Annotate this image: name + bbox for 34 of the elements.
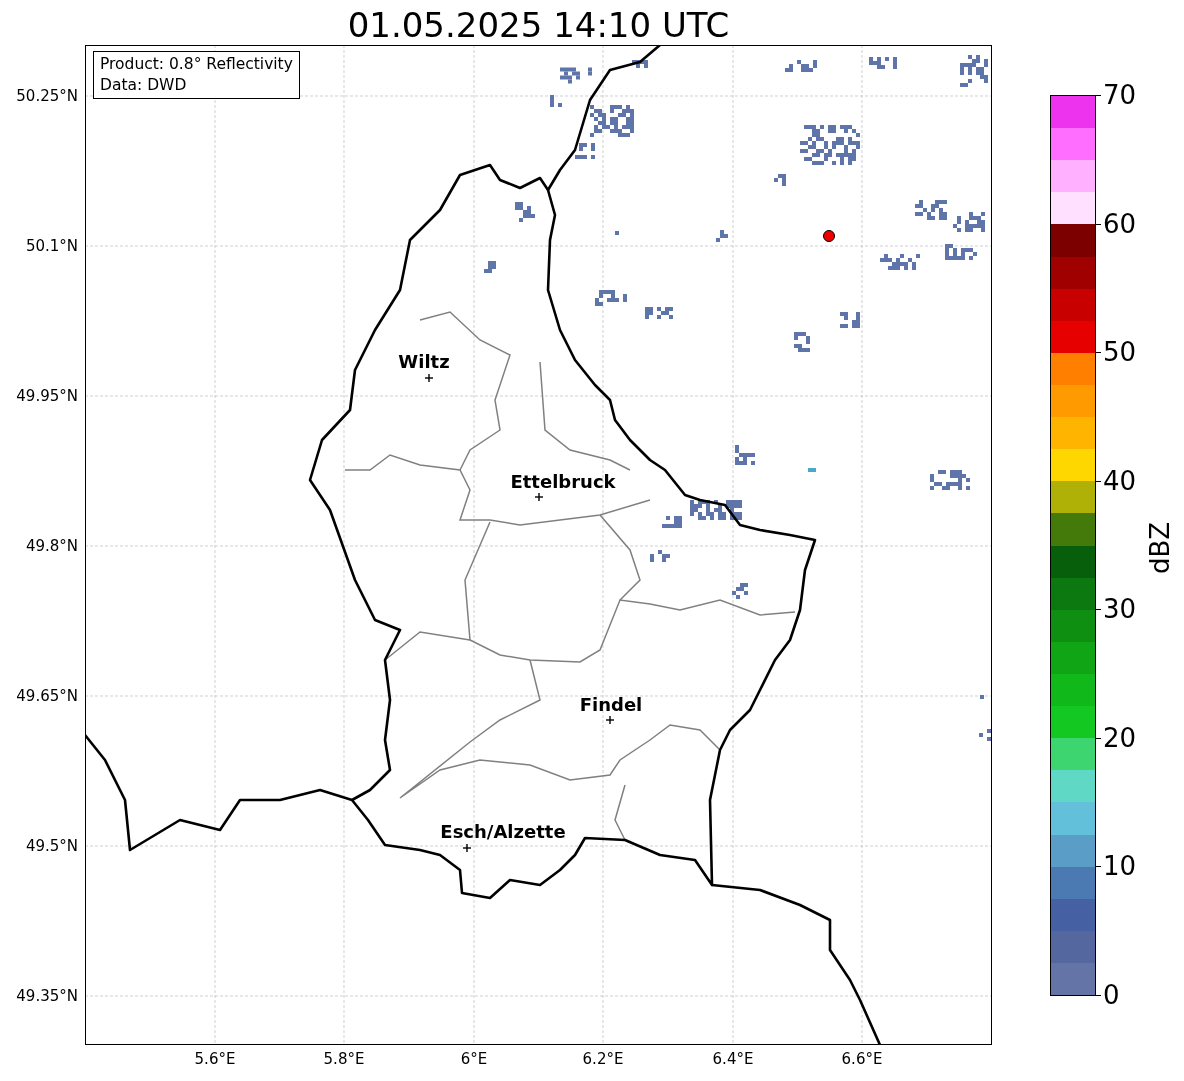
colorbar-tick-label: 40 xyxy=(1103,467,1137,494)
info-text: Product: 0.8° Reflectivity xyxy=(100,54,293,75)
city-label: Wiltz xyxy=(398,353,450,371)
longitude-label: 5.8°E xyxy=(323,1052,365,1067)
colorbar-tick-label: 70 xyxy=(1103,82,1137,108)
latitude-label: 50.25°N xyxy=(16,88,78,104)
radar-site-marker xyxy=(823,230,835,242)
chart-title: 01.05.2025 14:10 UTC xyxy=(346,4,731,46)
longitude-label: 6°E xyxy=(460,1052,488,1067)
latitude-label: 49.8°N xyxy=(25,538,78,554)
city-marker-icon xyxy=(605,715,615,725)
latitude-label: 49.35°N xyxy=(16,988,78,1004)
latitude-label: 49.5°N xyxy=(25,838,78,854)
colorbar-tick-label: 50 xyxy=(1103,339,1137,366)
colorbar-tick-label: 0 xyxy=(1103,982,1120,1008)
colorbar-tick-label: 60 xyxy=(1103,210,1137,237)
colorbar-tick-label: 30 xyxy=(1103,596,1137,623)
city-label: Findel xyxy=(579,696,643,714)
latitude-label: 49.95°N xyxy=(16,388,78,404)
city-label: Ettelbruck xyxy=(510,473,616,491)
longitude-label: 6.2°E xyxy=(582,1052,624,1067)
longitude-label: 6.6°E xyxy=(841,1052,883,1067)
longitude-label: 6.4°E xyxy=(712,1052,754,1067)
longitude-label: 5.6°E xyxy=(194,1052,236,1067)
colorbar-unit-label: dBZ xyxy=(1147,521,1173,575)
latitude-label: 49.65°N xyxy=(16,688,78,704)
city-label: Esch/Alzette xyxy=(440,823,566,841)
city-marker-icon xyxy=(424,373,434,383)
city-marker-icon xyxy=(462,843,472,853)
city-marker-icon xyxy=(534,492,544,502)
info-text: Data: DWD xyxy=(100,75,188,96)
colorbar-tick-label: 10 xyxy=(1103,853,1137,880)
latitude-label: 50.1°N xyxy=(25,238,78,254)
colorbar-tick-label: 20 xyxy=(1103,724,1137,751)
